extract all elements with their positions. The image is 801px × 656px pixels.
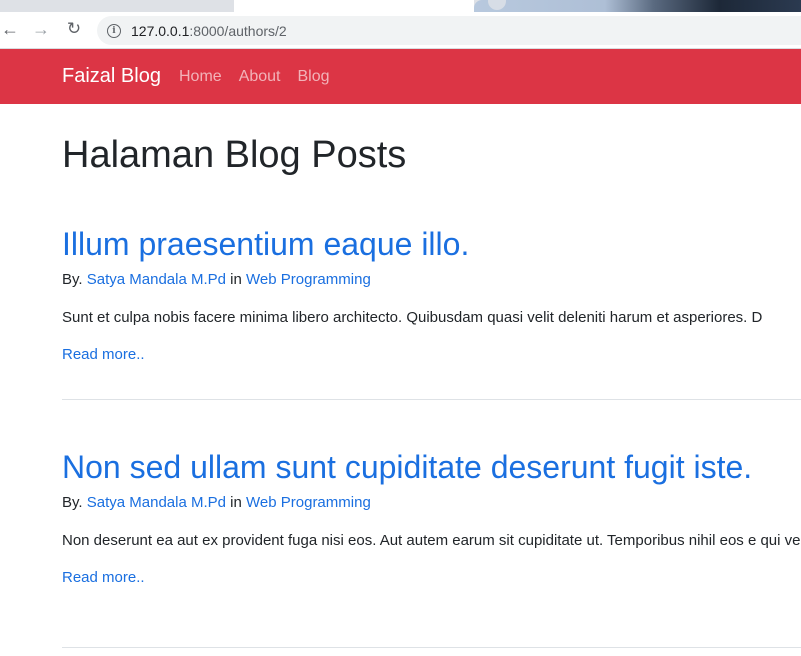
- nav-link-about[interactable]: About: [239, 68, 281, 86]
- in-label: in: [230, 271, 242, 288]
- post-divider: [62, 399, 801, 400]
- by-label: By.: [62, 271, 83, 288]
- reload-icon[interactable]: ↻: [60, 15, 88, 43]
- post-meta: By. Satya Mandala M.Pd in Web Programmin…: [62, 494, 801, 511]
- navbar-brand[interactable]: Faizal Blog: [62, 65, 161, 88]
- post-title-link[interactable]: Illum praesentium eaque illo.: [62, 226, 801, 263]
- post-divider: [62, 647, 801, 648]
- forward-icon[interactable]: →: [27, 15, 55, 43]
- post-item: Non sed ullam sunt cupiditate deserunt f…: [62, 449, 801, 587]
- in-label: in: [230, 494, 242, 511]
- browser-tab-active[interactable]: [234, 0, 474, 12]
- post-excerpt: Sunt et culpa nobis facere minima libero…: [62, 309, 763, 326]
- author-link[interactable]: Satya Mandala M.Pd: [87, 271, 226, 288]
- post-excerpt: Non deserunt ea aut ex provident fuga ni…: [62, 532, 801, 549]
- info-icon[interactable]: i: [107, 23, 121, 38]
- nav-link-blog[interactable]: Blog: [298, 68, 330, 86]
- site-navbar: Faizal Blog Home About Blog: [0, 49, 801, 104]
- browser-tab-next[interactable]: [474, 0, 801, 12]
- read-more-link[interactable]: Read more..: [62, 346, 145, 363]
- browser-tab-previous[interactable]: [0, 0, 234, 12]
- browser-toolbar: ← → ↻ i 127.0.0.1:8000/authors/2: [0, 12, 801, 49]
- post-title-link[interactable]: Non sed ullam sunt cupiditate deserunt f…: [62, 449, 801, 486]
- back-icon[interactable]: ←: [0, 15, 24, 43]
- read-more-link[interactable]: Read more..: [62, 569, 145, 586]
- page-title: Halaman Blog Posts: [62, 134, 407, 176]
- navbar-links: Home About Blog: [179, 68, 347, 86]
- category-link[interactable]: Web Programming: [246, 271, 371, 288]
- by-label: By.: [62, 494, 83, 511]
- address-url[interactable]: 127.0.0.1:8000/authors/2: [131, 23, 287, 39]
- url-path: :8000/authors/2: [189, 22, 287, 39]
- post-item: Illum praesentium eaque illo. By. Satya …: [62, 226, 801, 364]
- author-link[interactable]: Satya Mandala M.Pd: [87, 494, 226, 511]
- tab-strip: [0, 0, 801, 12]
- url-host: 127.0.0.1: [131, 22, 190, 39]
- post-meta: By. Satya Mandala M.Pd in Web Programmin…: [62, 271, 801, 288]
- category-link[interactable]: Web Programming: [246, 494, 371, 511]
- address-bar[interactable]: i 127.0.0.1:8000/authors/2: [97, 16, 801, 45]
- nav-link-home[interactable]: Home: [179, 68, 222, 86]
